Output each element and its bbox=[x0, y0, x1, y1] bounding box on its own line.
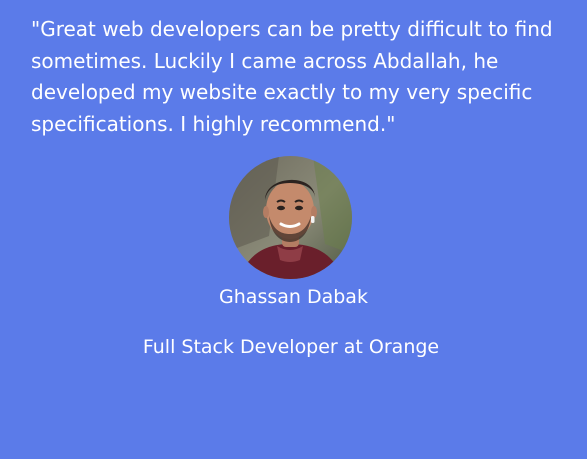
author-name: Ghassan Dabak bbox=[219, 286, 368, 308]
testimonial-quote: "Great web developers can be pretty diff… bbox=[31, 17, 553, 136]
author-photo bbox=[229, 156, 352, 279]
author-role: Full Stack Developer at Orange bbox=[142, 336, 440, 358]
testimonial-card: "Great web developers can be pretty diff… bbox=[0, 0, 587, 459]
author-avatar bbox=[229, 156, 352, 279]
